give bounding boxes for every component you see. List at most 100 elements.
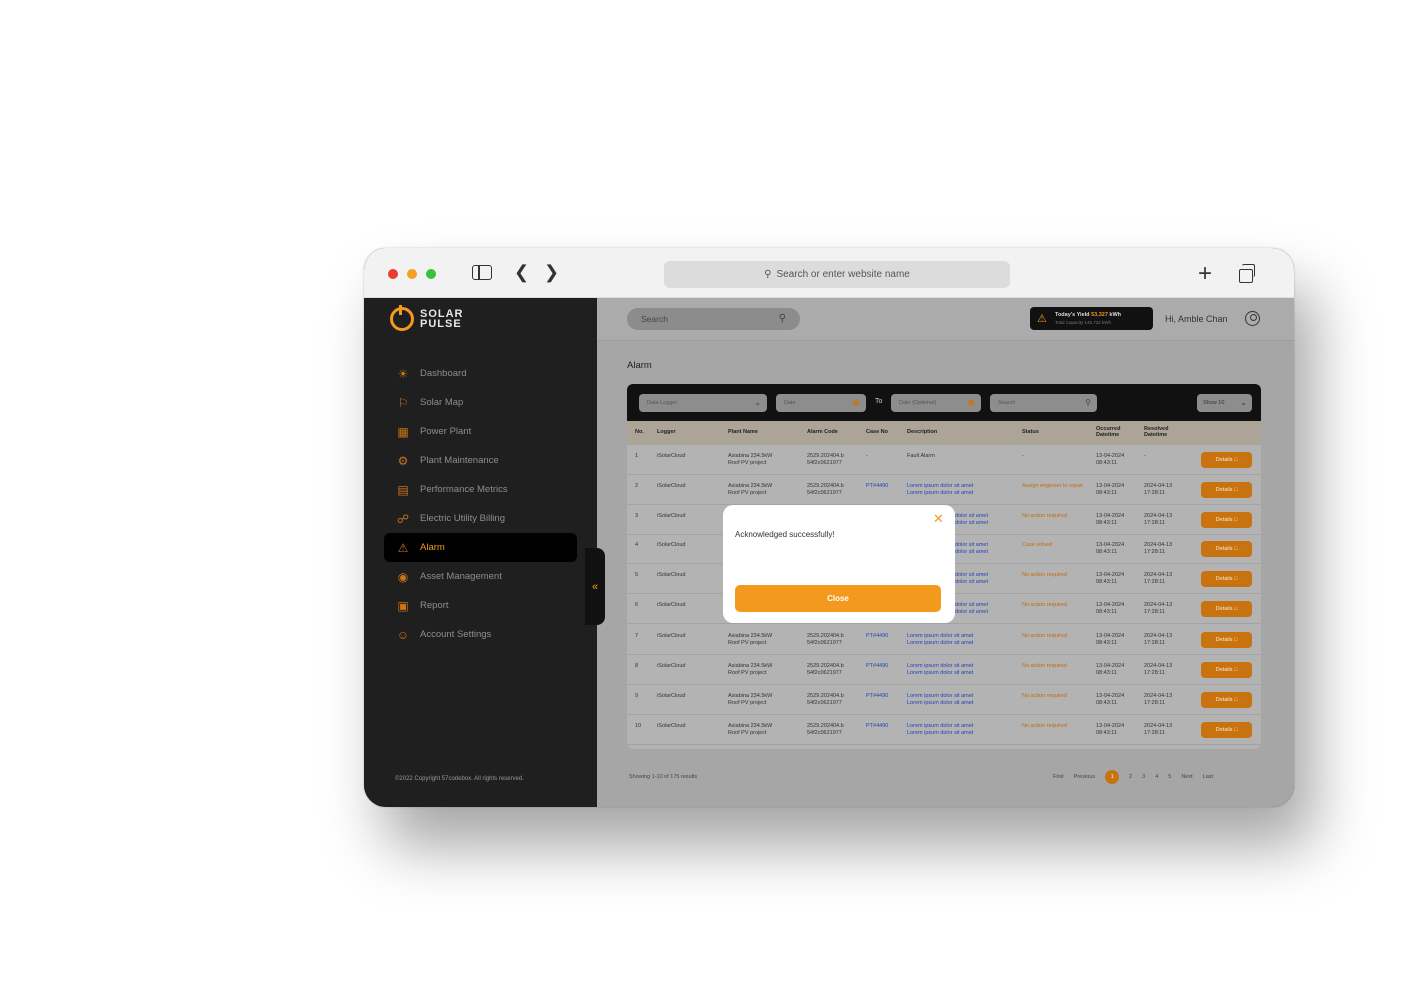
sidebar-item-account-settings[interactable]: ☺ Account Settings — [384, 620, 577, 649]
details-button[interactable]: Details □ — [1201, 482, 1252, 498]
details-button[interactable]: Details □ — [1201, 571, 1252, 587]
asset-icon: ◉ — [397, 569, 409, 584]
sidebar-item-report[interactable]: ▣ Report — [384, 591, 577, 620]
table-search-placeholder: Search — [998, 400, 1016, 406]
cell-description[interactable]: dolor sit amet dolor sit amet — [955, 602, 988, 616]
modal-close-button[interactable]: Close — [735, 585, 941, 612]
cell-alarm-code: 2529.202404.b 54f2c0621977 — [807, 453, 844, 467]
back-arrow-icon[interactable]: ❮ — [514, 263, 529, 281]
yield-badge: ⚠ Today's Yield 53,327 kWh Total Capacit… — [1030, 307, 1153, 330]
cell-occurred: 13-04-2024 08:43:11 — [1096, 453, 1124, 467]
page-size-select[interactable]: Show 10 ⌄ — [1197, 394, 1252, 412]
pager-page-4[interactable]: 4 — [1155, 774, 1158, 780]
doc-icon: □ — [1234, 546, 1238, 552]
tab-overview-icon[interactable] — [1239, 264, 1255, 283]
cell-logger: iSolarCloud — [657, 483, 686, 489]
cell-description[interactable]: dolor sit amet dolor sit amet — [955, 542, 988, 556]
details-button[interactable]: Details □ — [1201, 662, 1252, 678]
close-icon[interactable]: ✕ — [933, 511, 944, 527]
search-input[interactable]: Search ⚲ — [627, 308, 800, 330]
cell-occurred: 13-04-2024 08:43:11 — [1096, 602, 1124, 616]
cell-code-line2: 54f2c0621977 — [807, 670, 842, 676]
cell-code-line1: 2529.202404.b — [807, 723, 844, 729]
cell-occurred: 13-04-2024 08:43:11 — [1096, 483, 1124, 497]
col-plant: Plant Name — [728, 429, 758, 435]
cell-case-no[interactable]: PT#4490 — [866, 483, 888, 490]
cell-description[interactable]: dolor sit amet dolor sit amet — [955, 513, 988, 527]
table-search-input[interactable]: Search ⚲ — [990, 394, 1097, 412]
cell-res-line2: 17:28:11 — [1144, 609, 1166, 615]
cell-occ-line2: 08:43:11 — [1096, 490, 1118, 496]
close-window-button[interactable] — [388, 269, 398, 279]
doc-icon: □ — [1234, 727, 1238, 733]
details-button[interactable]: Details □ — [1201, 692, 1252, 708]
pager-next[interactable]: Next — [1181, 774, 1192, 780]
sidebar-item-asset-management[interactable]: ◉ Asset Management — [384, 562, 577, 591]
date-to-input[interactable]: Date (Optional) ▣ — [891, 394, 981, 412]
details-button[interactable]: Details □ — [1201, 722, 1252, 738]
cell-description[interactable]: Lorem ipsum dolor sit amet Lorem ipsum do… — [907, 723, 973, 737]
cell-logger: iSolarCloud — [657, 542, 686, 548]
pager-previous[interactable]: Previous — [1074, 774, 1095, 780]
cell-plant-line2: Roof PV project — [728, 460, 767, 466]
sidebar-item-solar-map[interactable]: ⚐ Solar Map — [384, 388, 577, 417]
search-placeholder: Search — [641, 314, 668, 324]
cell-case-no[interactable]: PT#4490 — [866, 723, 888, 730]
details-button[interactable]: Details □ — [1201, 512, 1252, 528]
cell-desc-line1: Lorem ipsum dolor sit amet — [907, 633, 974, 639]
sidebar-nav: ☀ Dashboard ⚐ Solar Map ▦ Power Plant ⚙ Plan… — [384, 359, 577, 649]
details-label: Details — [1215, 606, 1233, 612]
sidebar-item-electric-utility-billing[interactable]: ☍ Electric Utility Billing — [384, 504, 577, 533]
cell-alarm-code: 2529.202404.b 54f2c0621977 — [807, 483, 844, 497]
url-bar[interactable]: ⚲ Search or enter website name — [664, 261, 1010, 288]
pager-first[interactable]: First — [1053, 774, 1064, 780]
sidebar-item-dashboard[interactable]: ☀ Dashboard — [384, 359, 577, 388]
user-avatar-icon[interactable] — [1245, 311, 1260, 326]
pager-page-3[interactable]: 3 — [1142, 774, 1145, 780]
forward-arrow-icon[interactable]: ❯ — [544, 263, 559, 281]
details-button[interactable]: Details □ — [1201, 541, 1252, 557]
cell-case-no[interactable]: - — [866, 453, 868, 460]
date-from-input[interactable]: Date ▣ — [776, 394, 866, 412]
pager-page-2[interactable]: 2 — [1129, 774, 1132, 780]
cell-description[interactable]: dolor sit amet dolor sit amet — [955, 572, 988, 586]
cell-desc-line1: Fault Alarm — [907, 453, 935, 459]
minimize-window-button[interactable] — [407, 269, 417, 279]
details-button[interactable]: Details □ — [1201, 632, 1252, 648]
logo[interactable]: SOLAR PULSE — [390, 305, 464, 331]
cell-occurred: 13-04-2024 08:43:11 — [1096, 572, 1124, 586]
cell-case-no[interactable]: PT#4490 — [866, 633, 888, 640]
table-row: 8 iSolarCloud Asiabina 234.5kW Roof PV proj… — [627, 655, 1261, 685]
chevron-down-icon: ⌄ — [1240, 398, 1247, 407]
sidebar-toggle-icon[interactable] — [472, 265, 492, 280]
maximize-window-button[interactable] — [426, 269, 436, 279]
pager-last[interactable]: Last — [1203, 774, 1213, 780]
details-button[interactable]: Details □ — [1201, 452, 1252, 468]
cell-description[interactable]: Fault Alarm — [907, 453, 935, 460]
collapse-sidebar-button[interactable]: « — [585, 548, 605, 625]
sidebar-item-alarm[interactable]: ⚠ Alarm — [384, 533, 577, 562]
cell-desc-line2: Lorem ipsum dolor sit amet — [907, 670, 974, 676]
new-tab-icon[interactable]: + — [1198, 262, 1212, 286]
cell-no: 1 — [635, 453, 639, 459]
double-chevron-left-icon: « — [591, 580, 599, 593]
details-label: Details — [1215, 576, 1233, 582]
cell-resolved: 2024-04-13 17:28:11 — [1144, 602, 1172, 616]
cell-description[interactable]: Lorem ipsum dolor sit amet Lorem ipsum do… — [907, 693, 973, 707]
cell-res-line1: 2024-04-13 — [1144, 513, 1173, 519]
table-row: 10 iSolarCloud Asiabina 234.5kW Roof PV pro… — [627, 715, 1261, 745]
doc-icon: □ — [1234, 576, 1238, 582]
cell-description[interactable]: Lorem ipsum dolor sit amet Lorem ipsum do… — [907, 663, 973, 677]
cell-case-no[interactable]: PT#4490 — [866, 663, 888, 670]
sidebar-item-performance-metrics[interactable]: ▤ Performance Metrics — [384, 475, 577, 504]
cell-description[interactable]: Lorem ipsum dolor sit amet Lorem ipsum do… — [907, 483, 973, 497]
cell-desc-line1: Lorem ipsum dolor sit amet — [907, 723, 974, 729]
sidebar-item-power-plant[interactable]: ▦ Power Plant — [384, 417, 577, 446]
data-logger-select[interactable]: Data Logger ⌄ — [639, 394, 767, 412]
pager-page-1[interactable]: 1 — [1105, 769, 1120, 784]
pager-page-5[interactable]: 5 — [1168, 774, 1171, 780]
cell-case-no[interactable]: PT#4490 — [866, 693, 888, 700]
details-button[interactable]: Details □ — [1201, 601, 1252, 617]
cell-description[interactable]: Lorem ipsum dolor sit amet Lorem ipsum do… — [907, 633, 973, 647]
sidebar-item-plant-maintenance[interactable]: ⚙ Plant Maintenance — [384, 446, 577, 475]
